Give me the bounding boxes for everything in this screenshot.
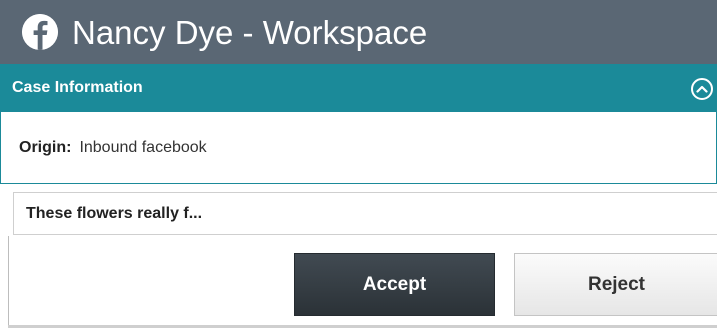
reject-button[interactable]: Reject <box>514 253 717 316</box>
case-information-title: Case Information <box>12 79 143 96</box>
origin-label: Origin: <box>19 138 72 156</box>
origin-panel: Origin: Inbound facebook <box>0 112 717 184</box>
facebook-icon <box>22 14 58 50</box>
chevron-up-circle-icon[interactable] <box>691 78 713 100</box>
message-preview[interactable]: These flowers really f... <box>13 192 717 235</box>
divider <box>8 236 9 328</box>
title-bar: Nancy Dye - Workspace <box>0 0 717 64</box>
accept-button[interactable]: Accept <box>294 253 495 316</box>
workspace-window: Nancy Dye - Workspace Case Information O… <box>0 0 717 328</box>
case-information-header[interactable]: Case Information <box>0 64 717 112</box>
window-title: Nancy Dye - Workspace <box>72 13 428 51</box>
origin-value: Inbound facebook <box>79 138 207 156</box>
